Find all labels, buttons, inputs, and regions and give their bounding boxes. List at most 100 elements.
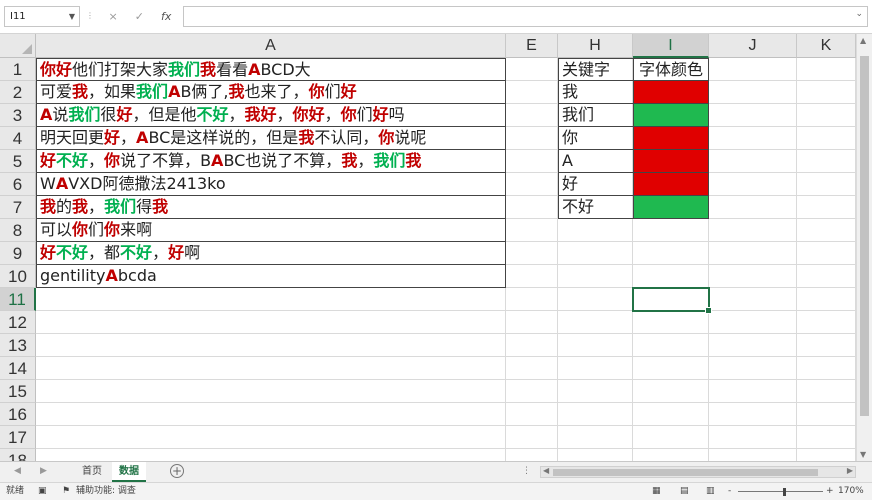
text-run: ， bbox=[357, 151, 374, 170]
text-run: 说呢 bbox=[394, 128, 427, 147]
vertical-scrollbar[interactable]: ▲ ▼ bbox=[856, 34, 872, 461]
column-header-h[interactable]: H bbox=[558, 34, 633, 58]
row-header-12[interactable]: 12 bbox=[0, 311, 36, 334]
add-sheet-icon[interactable]: + bbox=[170, 464, 184, 478]
row-header-17[interactable]: 17 bbox=[0, 426, 36, 449]
cell-h1[interactable]: 关键字 bbox=[558, 58, 634, 81]
cell-a6[interactable]: WAVXD阿德撒法2413ko bbox=[36, 173, 506, 196]
text-run: 我 bbox=[152, 197, 169, 216]
scroll-down-icon[interactable]: ▼ bbox=[860, 450, 866, 459]
text-run: 你好 bbox=[40, 60, 73, 79]
select-all-button[interactable] bbox=[0, 34, 36, 58]
row-header-14[interactable]: 14 bbox=[0, 357, 36, 380]
cell-a7[interactable]: 我的我，我们得我 bbox=[36, 196, 506, 219]
color-swatch-red[interactable] bbox=[634, 150, 709, 173]
color-swatch-red[interactable] bbox=[634, 127, 709, 150]
row-header-11[interactable]: 11 bbox=[0, 288, 36, 311]
column-header-a[interactable]: A bbox=[36, 34, 506, 58]
column-header-i[interactable]: I bbox=[633, 34, 709, 58]
cell-a2[interactable]: 可爱我，如果我们AB俩了,我也来了，你们好 bbox=[36, 81, 506, 104]
chevron-down-icon[interactable]: ▼ bbox=[69, 7, 75, 26]
cell-a3[interactable]: A说我们很好，但是他不好，我好，你好，你们好吗 bbox=[36, 104, 506, 127]
cell-h2[interactable]: 我 bbox=[558, 81, 634, 104]
row-header-7[interactable]: 7 bbox=[0, 196, 36, 219]
page-layout-icon[interactable]: ▤ bbox=[680, 483, 689, 500]
text-run: A bbox=[136, 128, 149, 147]
column-header-j[interactable]: J bbox=[709, 34, 797, 58]
normal-view-icon[interactable]: ▦ bbox=[652, 483, 661, 500]
cell-h5[interactable]: A bbox=[558, 150, 634, 173]
row-header-15[interactable]: 15 bbox=[0, 380, 36, 403]
cancel-icon[interactable]: × bbox=[109, 10, 118, 23]
sheet-tab-label: 首页 bbox=[82, 466, 102, 477]
resize-handle-icon[interactable]: ⋮ bbox=[86, 11, 95, 20]
text-run: ， bbox=[324, 105, 341, 124]
cell-h3[interactable]: 我们 bbox=[558, 104, 634, 127]
row-header-16[interactable]: 16 bbox=[0, 403, 36, 426]
selected-cell-i11[interactable] bbox=[632, 287, 712, 314]
row-header-6[interactable]: 6 bbox=[0, 173, 36, 196]
row-header-13[interactable]: 13 bbox=[0, 334, 36, 357]
cell-h4[interactable]: 你 bbox=[558, 127, 634, 150]
color-swatch-red[interactable] bbox=[634, 173, 709, 196]
expand-formula-icon[interactable]: ⌄ bbox=[855, 9, 863, 19]
scroll-left-icon[interactable]: ◀ bbox=[543, 466, 549, 475]
text-run: A bbox=[248, 60, 261, 79]
row-header-1[interactable]: 1 bbox=[0, 58, 36, 81]
row-header-8[interactable]: 8 bbox=[0, 219, 36, 242]
vertical-scroll-thumb[interactable] bbox=[860, 56, 869, 416]
horizontal-scroll-thumb[interactable] bbox=[553, 469, 818, 476]
cell-grid[interactable]: 你好他们打架大家我们我看看ABCD大 可爱我，如果我们AB俩了,我也来了，你们好 A… bbox=[36, 58, 856, 461]
cell-a5[interactable]: 好不好，你说了不算，BABC也说了不算，我，我们我 bbox=[36, 150, 506, 173]
column-header-e[interactable]: E bbox=[506, 34, 558, 58]
cell-a9[interactable]: 好不好，都不好，好啊 bbox=[36, 242, 506, 265]
page-break-icon[interactable]: ▥ bbox=[706, 483, 715, 500]
enter-icon[interactable]: ✓ bbox=[135, 10, 144, 23]
cell-a8[interactable]: 可以你们你来啊 bbox=[36, 219, 506, 242]
accessibility-icon[interactable]: ⚑ bbox=[62, 483, 70, 500]
color-swatch-green[interactable] bbox=[634, 104, 709, 127]
row-header-4[interactable]: 4 bbox=[0, 127, 36, 150]
zoom-slider-knob[interactable] bbox=[783, 488, 786, 496]
row-header-2[interactable]: 2 bbox=[0, 81, 36, 104]
text-run: ， bbox=[228, 105, 245, 124]
row-header-5[interactable]: 5 bbox=[0, 150, 36, 173]
prev-sheet-icon[interactable]: ◀ bbox=[14, 466, 21, 476]
cell-h6[interactable]: 好 bbox=[558, 173, 634, 196]
row-header-9[interactable]: 9 bbox=[0, 242, 36, 265]
horizontal-scrollbar[interactable]: ◀ ▶ bbox=[540, 466, 856, 478]
row-header-3[interactable]: 3 bbox=[0, 104, 36, 127]
column-header-k[interactable]: K bbox=[797, 34, 856, 58]
color-swatch-red[interactable] bbox=[634, 81, 709, 104]
color-swatch-green[interactable] bbox=[634, 196, 709, 219]
text-run: ， bbox=[152, 243, 169, 262]
cell-a1[interactable]: 你好他们打架大家我们我看看ABCD大 bbox=[36, 58, 506, 81]
name-box[interactable]: I11 ▼ bbox=[4, 6, 80, 27]
formula-input[interactable]: ⌄ bbox=[183, 6, 868, 27]
text-run: 我 bbox=[72, 82, 89, 101]
text-run: 的 bbox=[56, 197, 73, 216]
text-run: 我 bbox=[244, 105, 261, 124]
formula-buttons: × ✓ fx bbox=[100, 6, 180, 27]
sheet-tab-home[interactable]: 首页 bbox=[74, 462, 110, 482]
next-sheet-icon[interactable]: ▶ bbox=[40, 466, 47, 476]
cell-a4[interactable]: 明天回更好，ABC是这样说的，但是我不认同，你说呢 bbox=[36, 127, 506, 150]
text-run: 们 bbox=[88, 220, 105, 239]
zoom-in-button[interactable]: + bbox=[826, 483, 834, 500]
zoom-level[interactable]: 170% bbox=[838, 483, 864, 500]
cell-a10[interactable]: gentilityAbcda bbox=[36, 265, 506, 288]
insert-function-icon[interactable]: fx bbox=[161, 10, 171, 23]
zoom-out-button[interactable]: - bbox=[728, 483, 731, 500]
more-icon[interactable]: ⋮ bbox=[522, 466, 531, 476]
sheet-tab-data[interactable]: 数据 bbox=[112, 462, 146, 482]
macro-record-icon[interactable]: ▣ bbox=[38, 483, 47, 500]
scroll-up-icon[interactable]: ▲ bbox=[860, 36, 866, 45]
row-header-10[interactable]: 10 bbox=[0, 265, 36, 288]
text-run: 来啊 bbox=[120, 220, 153, 239]
cell-h7[interactable]: 不好 bbox=[558, 196, 634, 219]
cell-i1[interactable]: 字体颜色 bbox=[634, 58, 709, 81]
text-run: BCD大 bbox=[260, 60, 311, 79]
zoom-slider[interactable] bbox=[738, 491, 823, 492]
accessibility-status[interactable]: 辅助功能: 调查 bbox=[76, 483, 136, 500]
scroll-right-icon[interactable]: ▶ bbox=[847, 466, 853, 475]
